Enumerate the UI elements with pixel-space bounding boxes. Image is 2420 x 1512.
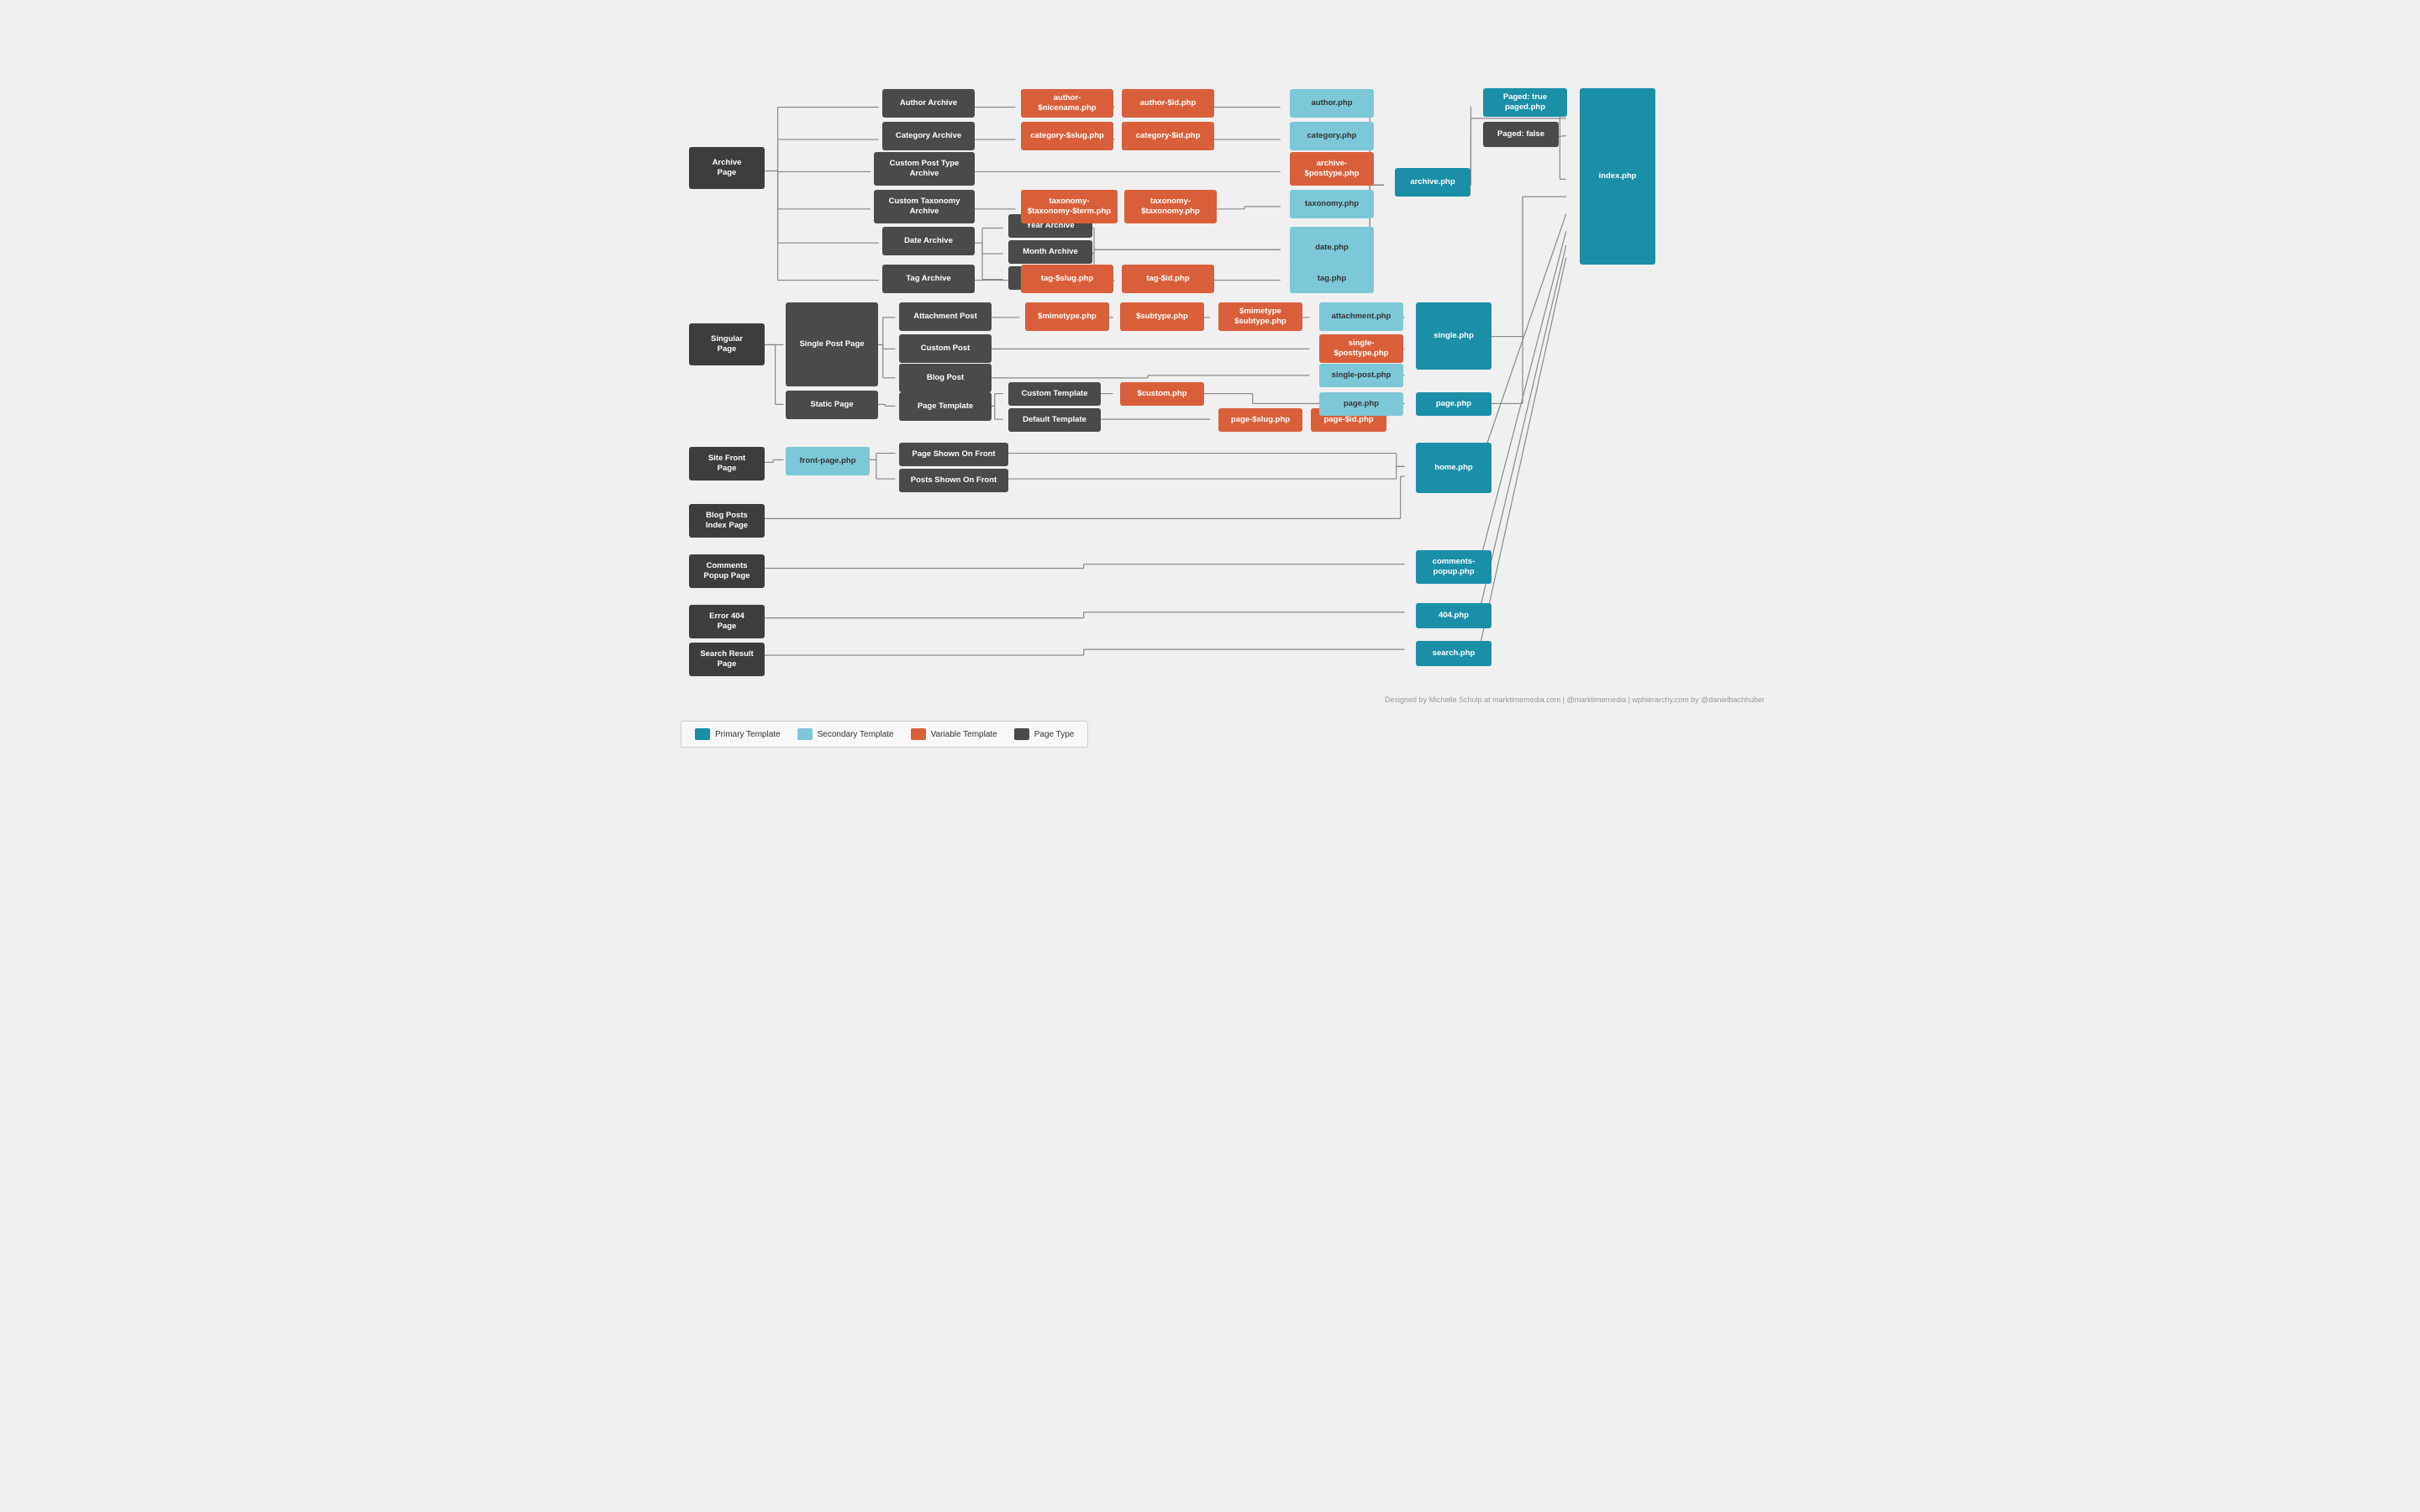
legend-secondary-label: Secondary Template [818,730,894,739]
main-container: Primary Template Secondary Template Vari… [639,25,1781,714]
node-paged_false: Paged: false [1483,122,1559,147]
node-custom_template: Custom Template [1008,382,1101,406]
node-singular_page: Singular Page [689,323,765,365]
node-taxonomy_php: taxonomy.php [1290,190,1374,218]
node-date_archive: Date Archive [882,227,975,255]
node-category_slug: category-$slug.php [1021,122,1113,150]
node-month_archive: Month Archive [1008,240,1092,264]
node-custom_php: $custom.php [1120,382,1204,406]
node-custom_post: Custom Post [899,334,992,363]
node-category_archive: Category Archive [882,122,975,150]
legend: Primary Template Secondary Template Vari… [681,721,1088,748]
node-page_slug: page-$slug.php [1218,408,1302,432]
node-mimetype_php: $mimetype.php [1025,302,1109,331]
legend-variable-label: Variable Template [931,730,997,739]
node-taxonomy_taxonomy: taxonomy- $taxonomy.php [1124,190,1217,223]
node-attachment_post: Attachment Post [899,302,992,331]
node-index_php: index.php [1580,88,1655,265]
node-comments_popup_php: comments- popup.php [1416,550,1491,584]
legend-secondary: Secondary Template [797,728,894,740]
node-category_id: category-$id.php [1122,122,1214,150]
node-search_php: search.php [1416,641,1491,666]
node-archive_page: Archive Page [689,147,765,189]
node-attachment_php: attachment.php [1319,302,1403,331]
node-tag_id: tag-$id.php [1122,265,1214,293]
footer-credit: Designed by Michelle Schulp at marktimem… [1385,696,1765,704]
node-single_php: single.php [1416,302,1491,370]
legend-variable-box [911,728,926,740]
node-static_page: Static Page [786,391,878,419]
node-site_front_page: Site Front Page [689,447,765,480]
node-tag_php: tag.php [1290,265,1374,293]
node-author_php: author.php [1290,89,1374,118]
legend-variable: Variable Template [911,728,997,740]
node-comments_popup: Comments Popup Page [689,554,765,588]
legend-secondary-box [797,728,813,740]
node-posts_shown_front: Posts Shown On Front [899,469,1008,492]
legend-primary-label: Primary Template [715,730,781,739]
node-search_result: Search Result Page [689,643,765,676]
node-tag_slug: tag-$slug.php [1021,265,1113,293]
node-date_php: date.php [1290,227,1374,269]
node-author_nicename: author- $nicename.php [1021,89,1113,118]
node-page_php: page.php [1319,392,1403,416]
node-author_archive: Author Archive [882,89,975,118]
node-error_404_php: 404.php [1416,603,1491,628]
legend-page-type: Page Type [1014,728,1075,740]
diagram-wrapper: Primary Template Secondary Template Vari… [0,0,2420,739]
legend-primary: Primary Template [695,728,781,740]
node-default_template: Default Template [1008,408,1101,432]
node-page_php2: page.php [1416,392,1491,416]
node-blog_post: Blog Post [899,364,992,392]
node-mimetype_subtype: $mimetype $subtype.php [1218,302,1302,331]
node-archive_php: archive.php [1395,168,1470,197]
node-single_post_php: single-post.php [1319,364,1403,387]
node-archive_posttype: archive- $posttype.php [1290,152,1374,186]
node-category_php: category.php [1290,122,1374,150]
node-paged_true: Paged: true paged.php [1483,88,1567,117]
node-front_page_php: front-page.php [786,447,870,475]
node-page_shown_front: Page Shown On Front [899,443,1008,466]
legend-page-type-label: Page Type [1034,730,1075,739]
node-page_template: Page Template [899,392,992,421]
node-blog_posts_index: Blog Posts Index Page [689,504,765,538]
node-author_id: author-$id.php [1122,89,1214,118]
node-subtype_php: $subtype.php [1120,302,1204,331]
node-tag_archive: Tag Archive [882,265,975,293]
node-custom_post_type: Custom Post Type Archive [874,152,975,186]
node-home_php: home.php [1416,443,1491,493]
node-single_posttype: single- $posttype.php [1319,334,1403,363]
node-error_404: Error 404 Page [689,605,765,638]
node-single_post_page: Single Post Page [786,302,878,386]
legend-primary-box [695,728,710,740]
node-custom_taxonomy: Custom Taxonomy Archive [874,190,975,223]
node-taxonomy_term: taxonomy- $taxonomy-$term.php [1021,190,1118,223]
legend-page-type-box [1014,728,1029,740]
